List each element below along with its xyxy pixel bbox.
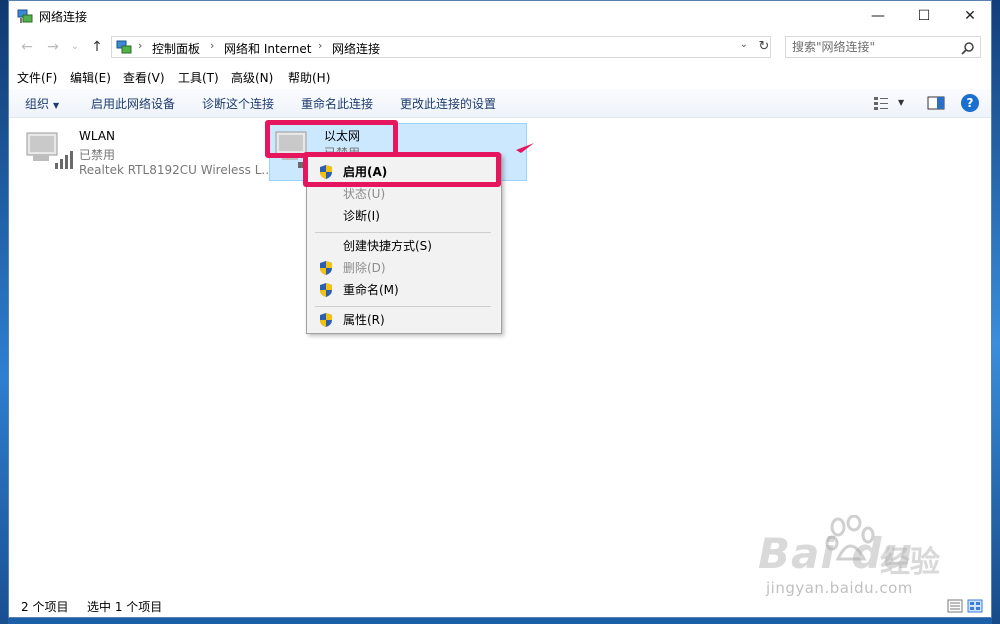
up-button[interactable]: ↑: [87, 37, 107, 57]
context-menu-label: 属性(R): [343, 313, 385, 327]
menu-advanced[interactable]: 高级(N): [231, 69, 273, 86]
breadcrumb-network-connections[interactable]: 网络连接: [332, 40, 380, 57]
help-icon[interactable]: ?: [961, 94, 979, 112]
context-menu-create-shortcut[interactable]: 创建快捷方式(S): [309, 235, 499, 257]
context-menu-properties[interactable]: 属性(R): [309, 309, 499, 331]
selected-count: 选中 1 个项目: [87, 600, 163, 614]
close-button[interactable]: ✕: [947, 1, 991, 31]
desktop-left-edge: [0, 0, 8, 624]
maximize-button[interactable]: ☐: [901, 1, 947, 31]
enable-device-button[interactable]: 启用此网络设备: [91, 95, 175, 112]
control-panel-icon: [116, 40, 132, 54]
uac-shield-icon: [320, 313, 332, 327]
address-bar-row: ← → ⌄ ↑ › 控制面板 › 网络和 Internet › 网络连接 ⌄ ↻…: [9, 33, 991, 61]
large-icons-view-icon[interactable]: [967, 599, 983, 613]
connection-item-wlan[interactable]: WLAN 已禁用 Realtek RTL8192CU Wireless L...: [19, 123, 273, 181]
context-menu-label: 重命名(M): [343, 283, 399, 297]
context-menu-delete: 删除(D): [309, 257, 499, 279]
forward-button[interactable]: →: [43, 37, 63, 57]
context-menu-separator: [315, 306, 491, 307]
organize-label: 组织: [25, 97, 50, 111]
command-bar: 组织 ▼ 启用此网络设备 诊断这个连接 重命名此连接 更改此连接的设置 ▼ ?: [9, 89, 991, 118]
change-settings-button[interactable]: 更改此连接的设置: [400, 95, 496, 112]
view-options-chevron-icon[interactable]: ▼: [898, 98, 904, 107]
status-bar: 2 个项目 选中 1 个项目: [9, 595, 991, 617]
search-icon[interactable]: [961, 41, 975, 55]
address-dropdown-icon[interactable]: ⌄: [740, 39, 748, 50]
item-count: 2 个项目: [21, 600, 69, 614]
breadcrumb-network-internet[interactable]: 网络和 Internet: [224, 40, 311, 57]
network-connections-window: 网络连接 — ☐ ✕ ← → ⌄ ↑ › 控制面板 › 网络和 Internet…: [8, 0, 992, 618]
menu-edit[interactable]: 编辑(E): [70, 69, 111, 86]
chevron-down-icon: ▼: [53, 101, 60, 110]
preview-pane-icon[interactable]: [927, 94, 945, 112]
address-box[interactable]: › 控制面板 › 网络和 Internet › 网络连接 ⌄: [111, 36, 771, 58]
uac-shield-icon: [320, 261, 332, 275]
breadcrumb-separator: ›: [210, 39, 215, 52]
window-title: 网络连接: [39, 10, 88, 24]
breadcrumb-separator: ›: [318, 39, 323, 52]
menu-file[interactable]: 文件(F): [17, 69, 57, 86]
details-view-icon[interactable]: [947, 599, 963, 613]
desktop-right-edge: [992, 0, 1000, 624]
change-view-icon[interactable]: [872, 94, 890, 112]
network-connections-icon: [17, 9, 33, 23]
annotation-arrow-icon: [516, 143, 534, 153]
wireless-adapter-icon: [26, 132, 73, 169]
connection-device: Realtek RTL8192CU Wireless L...: [79, 163, 273, 177]
uac-shield-icon: [320, 283, 332, 297]
context-menu-label: 创建快捷方式(S): [343, 239, 432, 253]
menu-bar: 文件(F) 编辑(E) 查看(V) 工具(T) 高级(N) 帮助(H): [9, 67, 991, 87]
rename-button[interactable]: 重命名此连接: [301, 95, 373, 112]
connection-name: WLAN: [79, 129, 116, 143]
highlight-enable: [303, 152, 501, 187]
context-menu-diagnose[interactable]: 诊断(I): [309, 205, 499, 227]
organize-button[interactable]: 组织 ▼: [25, 95, 59, 112]
search-input[interactable]: 搜索"网络连接": [785, 36, 981, 58]
menu-tools[interactable]: 工具(T): [178, 69, 219, 86]
title-bar: 网络连接 — ☐ ✕: [9, 1, 991, 31]
breadcrumb-control-panel[interactable]: 控制面板: [152, 40, 200, 57]
recent-locations-button[interactable]: ⌄: [65, 37, 85, 57]
refresh-button[interactable]: ↻: [755, 38, 773, 56]
context-menu-label: 删除(D): [343, 261, 386, 275]
menu-help[interactable]: 帮助(H): [288, 69, 330, 86]
minimize-button[interactable]: —: [855, 1, 901, 31]
diagnose-button[interactable]: 诊断这个连接: [202, 95, 274, 112]
back-button[interactable]: ←: [17, 37, 37, 57]
context-menu-separator: [315, 232, 491, 233]
menu-view[interactable]: 查看(V): [123, 69, 165, 86]
context-menu-rename[interactable]: 重命名(M): [309, 279, 499, 301]
breadcrumb-separator: ›: [138, 39, 143, 52]
connection-status: 已禁用: [79, 148, 116, 162]
context-menu-label: 诊断(I): [343, 209, 380, 223]
